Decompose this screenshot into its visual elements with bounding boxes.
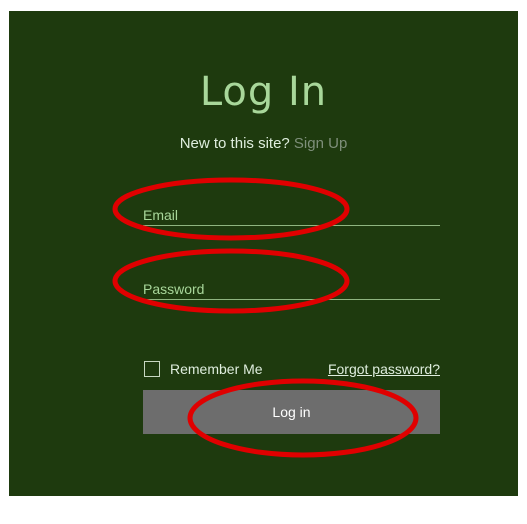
password-input[interactable] (143, 281, 440, 299)
password-field-wrapper (143, 281, 440, 300)
page-title: Log In (199, 69, 328, 115)
email-input[interactable] (143, 207, 440, 225)
login-button[interactable]: Log in (143, 390, 440, 434)
remember-me-label: Remember Me (170, 361, 263, 377)
remember-me-group[interactable]: Remember Me (144, 361, 263, 377)
remember-me-checkbox[interactable] (144, 361, 160, 377)
signup-prompt-line: New to this site? Sign Up (9, 135, 518, 152)
forgot-password-link[interactable]: Forgot password? (328, 361, 440, 377)
email-field-wrapper (143, 207, 440, 226)
signup-link[interactable]: Sign Up (294, 135, 347, 152)
signup-prompt-text: New to this site? (179, 135, 290, 152)
login-panel: Log In New to this site? Sign Up Remembe… (9, 11, 518, 496)
